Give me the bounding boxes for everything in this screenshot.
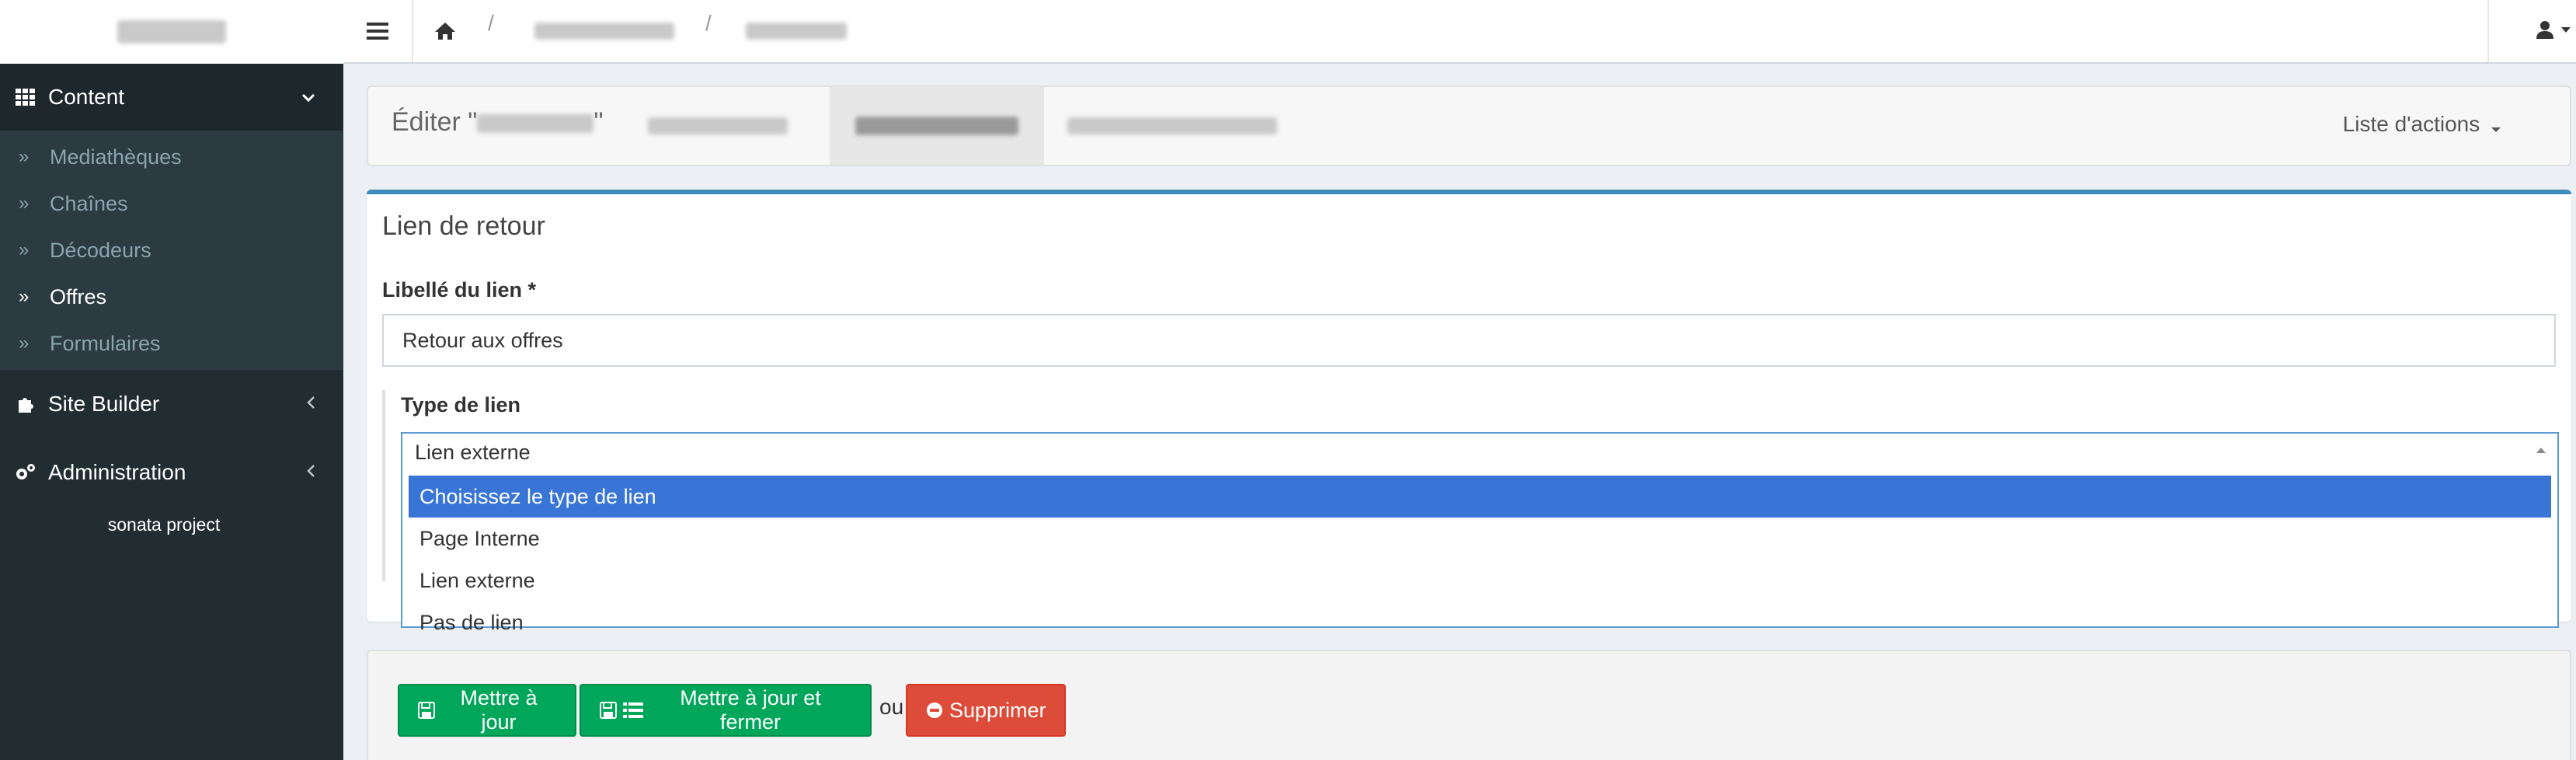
double-chevron-right-icon: »: [19, 146, 30, 167]
sidebar-footer[interactable]: sonata project: [0, 514, 328, 535]
breadcrumb-item-redacted[interactable]: [534, 0, 674, 62]
double-chevron-right-icon: »: [19, 286, 30, 307]
sidebar-item-label: Formulaires: [50, 331, 161, 355]
update-button[interactable]: Mettre à jour: [398, 684, 576, 737]
page-title-prefix: Éditer ": [392, 107, 478, 137]
chevron-left-icon: [306, 462, 315, 483]
redacted-text: [1067, 117, 1277, 134]
update-and-close-button[interactable]: Mettre à jour et fermer: [580, 684, 872, 737]
header-tab-redacted[interactable]: [640, 87, 795, 165]
select-value: Lien externe: [415, 440, 531, 464]
sidebar: Content » Mediathèques » Chaînes » Décod…: [0, 64, 343, 760]
link-type-field-label: Type de lien: [401, 393, 521, 417]
page-title: Éditer " ": [392, 107, 603, 138]
hamburger-icon[interactable]: [367, 0, 388, 62]
sidebar-item-chaines[interactable]: » Chaînes: [0, 180, 343, 227]
sidebar-submenu-content: » Mediathèques » Chaînes » Décodeurs » O…: [0, 131, 343, 370]
actions-list-dropdown[interactable]: Liste d'actions: [2343, 112, 2501, 138]
navbar-divider: [2487, 0, 2489, 62]
link-form-box: Lien de retour Libellé du lien * Type de…: [367, 190, 2571, 634]
puzzle-icon: [14, 394, 37, 414]
user-menu-button[interactable]: [2536, 0, 2571, 62]
top-navbar: / /: [343, 0, 2576, 64]
sidebar-section-label: Site Builder: [48, 392, 160, 416]
dropdown-option[interactable]: Pas de lien: [409, 601, 2551, 643]
sidebar-section-label: Administration: [48, 460, 186, 484]
navbar-divider: [412, 0, 413, 62]
form-actions-bar: Mettre à jour Mettre à jour et fermer ou…: [367, 650, 2571, 760]
dropdown-option[interactable]: Page Interne: [409, 518, 2551, 560]
logo-redacted-text: [117, 20, 226, 44]
double-chevron-right-icon: »: [19, 193, 30, 214]
link-type-select[interactable]: Lien externe: [401, 432, 2559, 472]
redacted-text: [855, 117, 1018, 135]
dropdown-option[interactable]: Choisissez le type de lien: [409, 476, 2551, 518]
cogs-icon: [14, 462, 37, 483]
sidebar-section-label: Content: [48, 85, 125, 109]
header-tab-redacted[interactable]: [1060, 87, 1285, 165]
breadcrumb-separator: /: [488, 11, 494, 35]
link-type-dropdown: Choisissez le type de lien Page Interne …: [401, 471, 2559, 634]
logo[interactable]: [0, 0, 343, 64]
delete-button-label: Supprimer: [949, 698, 1046, 722]
caret-down-icon: [2491, 113, 2501, 138]
minus-circle-icon: [926, 702, 943, 719]
breadcrumb-item-redacted: [746, 0, 847, 62]
double-chevron-right-icon: »: [19, 239, 30, 260]
field-group-rule: [382, 390, 385, 581]
caret-down-icon: [2560, 24, 2571, 38]
grid-icon: [14, 89, 37, 106]
sidebar-item-mediatheques[interactable]: » Mediathèques: [0, 134, 343, 180]
update-and-close-button-label: Mettre à jour et fermer: [680, 686, 821, 734]
page-title-suffix: ": [594, 107, 604, 137]
double-chevron-right-icon: »: [19, 333, 30, 354]
box-title: Lien de retour: [382, 211, 545, 241]
header-tab-active-redacted[interactable]: [830, 87, 1044, 165]
sidebar-section-content[interactable]: Content: [0, 64, 343, 131]
redacted-text: [477, 114, 594, 134]
sidebar-item-decodeurs[interactable]: » Décodeurs: [0, 227, 343, 274]
sidebar-section-administration[interactable]: Administration: [0, 438, 343, 507]
sidebar-item-label: Offres: [50, 284, 107, 309]
sidebar-item-offres[interactable]: » Offres: [0, 274, 343, 320]
sidebar-section-site-builder[interactable]: Site Builder: [0, 370, 343, 438]
or-separator: ou: [879, 695, 904, 719]
actions-list-label: Liste d'actions: [2342, 112, 2480, 136]
link-label-input[interactable]: [382, 314, 2556, 367]
list-icon: [623, 702, 643, 719]
sidebar-item-label: Décodeurs: [50, 238, 151, 262]
edit-header-panel: Éditer " " Liste d'actions: [367, 85, 2571, 166]
redacted-text: [746, 23, 847, 40]
update-button-label: Mettre à jour: [460, 686, 538, 734]
save-icon: [600, 702, 617, 719]
save-icon: [418, 702, 435, 719]
user-icon: [2536, 19, 2554, 44]
redacted-text: [648, 117, 788, 134]
caret-up-icon: [2536, 441, 2546, 458]
sidebar-item-label: Chaînes: [50, 191, 128, 215]
link-label-field-label: Libellé du lien *: [382, 278, 537, 302]
sidebar-item-label: Mediathèques: [50, 145, 182, 169]
chevron-left-icon: [306, 393, 315, 415]
breadcrumb-separator: /: [705, 11, 712, 35]
sidebar-item-formulaires[interactable]: » Formulaires: [0, 320, 343, 367]
delete-button[interactable]: Supprimer: [906, 684, 1066, 737]
dropdown-option[interactable]: Lien externe: [409, 560, 2551, 601]
redacted-text: [534, 23, 674, 40]
home-icon[interactable]: [433, 0, 457, 62]
chevron-down-icon: [301, 86, 315, 108]
